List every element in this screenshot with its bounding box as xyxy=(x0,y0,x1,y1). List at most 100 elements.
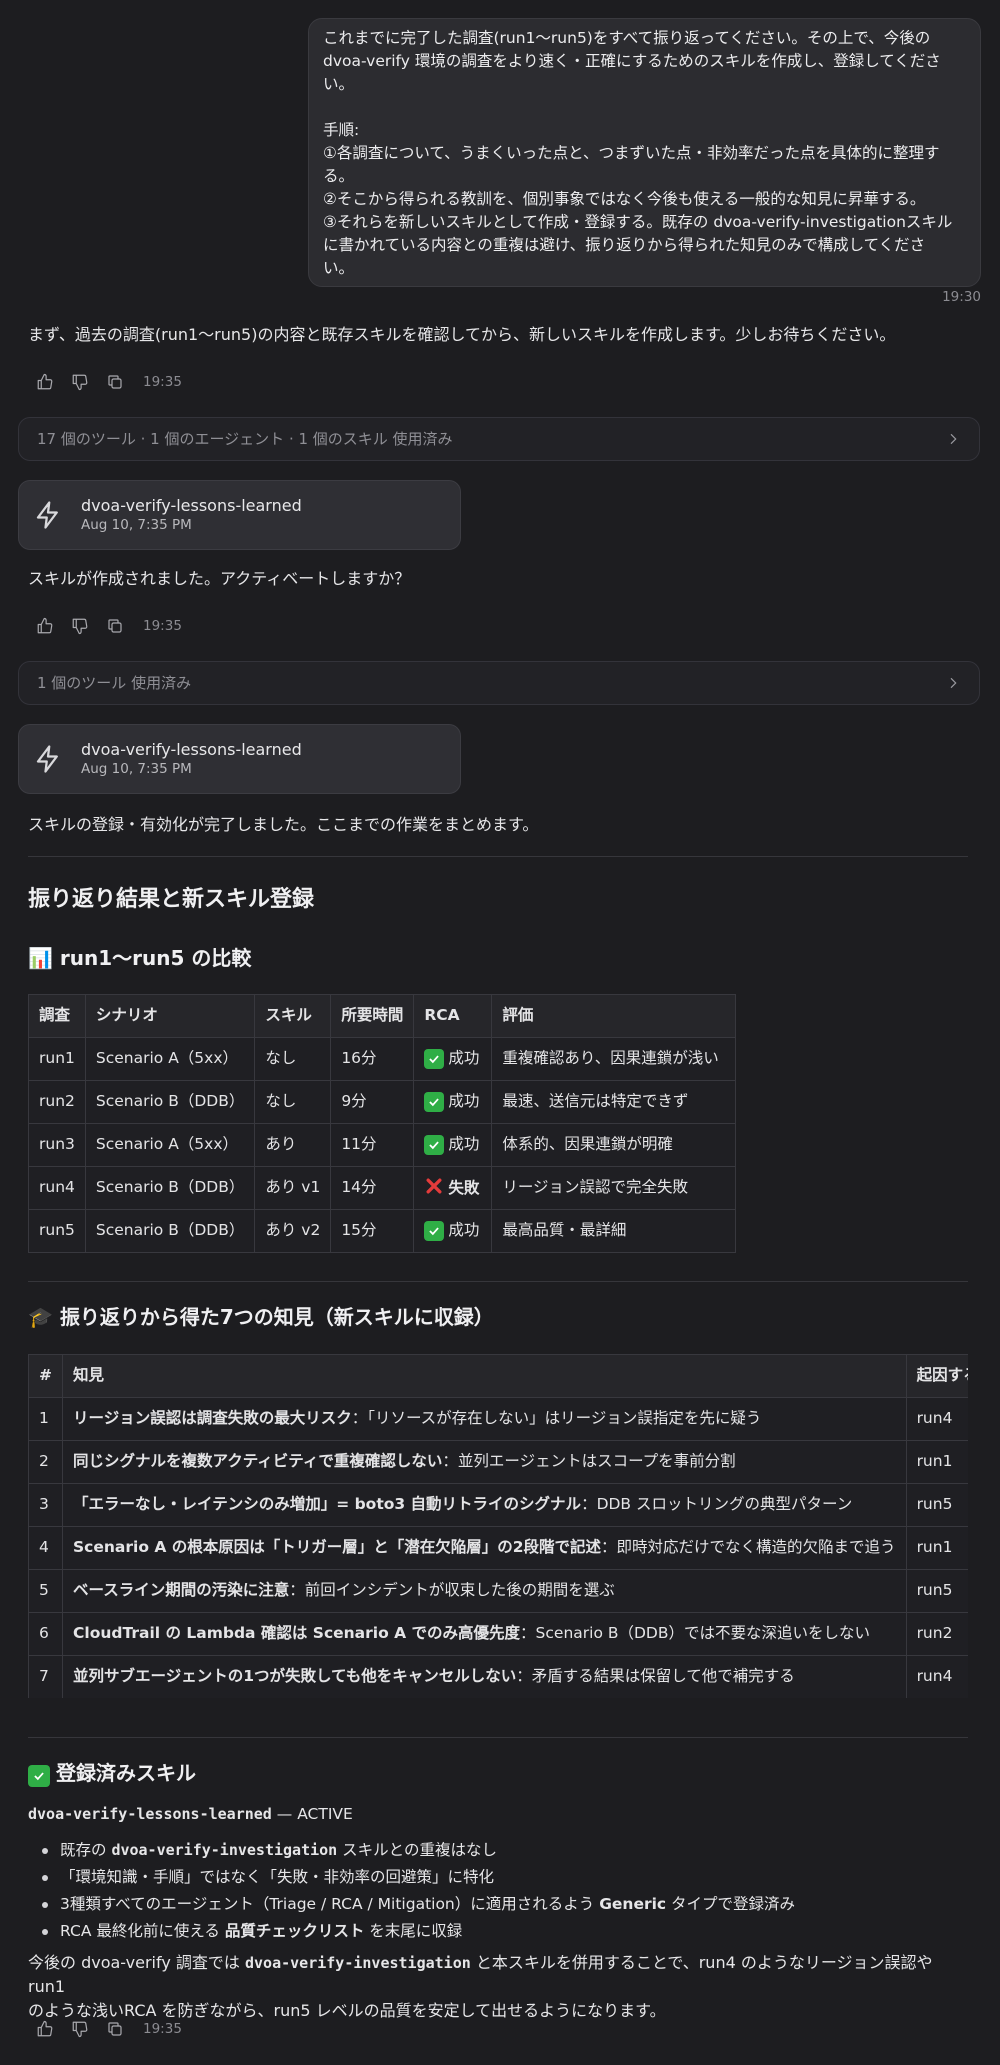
check-mark-icon xyxy=(28,1765,50,1787)
message-time: 19:35 xyxy=(143,617,182,634)
lesson-title: 同じシグナルを複数アクティビティで重複確認しない xyxy=(73,1452,443,1471)
table-header: RCA xyxy=(413,994,493,1038)
user-line: dvoa-verify 環境の調査をより速く・正確にするためのスキルを作成し、登… xyxy=(323,52,941,70)
lesson-detail: ：並列エージェントはスコープを事前分割 xyxy=(442,1452,736,1471)
table-cell: run4 xyxy=(905,1655,968,1698)
table-cell: 失敗 xyxy=(413,1166,493,1210)
table-row: 3 「エラーなし・レイテンシのみ増加」= boto3 自動リトライのシグナル：D… xyxy=(28,1483,968,1527)
lightning-icon xyxy=(33,744,63,774)
compare-heading: 📊 run1〜run5 の比較 xyxy=(28,946,252,970)
check-mark-icon xyxy=(424,1221,445,1242)
table-header-row: 調査 シナリオ スキル 所要時間 RCA 評価 xyxy=(28,994,737,1038)
bullet-bold: Generic xyxy=(599,1895,667,1913)
list-item: 3種類すべてのエージェント（Triage / RCA / Mitigation）… xyxy=(28,1891,795,1918)
thumbs-down-icon[interactable] xyxy=(69,2018,91,2040)
table-cell: ベースライン期間の汚染に注意：前回インシデントが収束した後の期間を選ぶ xyxy=(62,1569,907,1613)
table-cell: run1 xyxy=(905,1440,968,1484)
table-cell: 15分 xyxy=(330,1209,415,1253)
thumbs-down-icon[interactable] xyxy=(69,371,91,393)
table-row: run4 Scenario B（DDB） あり v1 14分 失敗 リージョン誤… xyxy=(28,1166,737,1210)
skill-card-date: Aug 10, 7:35 PM xyxy=(81,517,192,533)
lesson-title: 並列サブエージェントの1つが失敗しても他をキャンセルしない xyxy=(73,1667,517,1686)
skill-card[interactable]: dvoa-verify-lessons-learned Aug 10, 7:35… xyxy=(18,480,461,550)
user-line: ②そこから得られる教訓を、個別事象ではなく今後も使える一般的な知見に昇華する。 xyxy=(323,190,926,208)
user-line: 手順: xyxy=(323,121,360,139)
lessons-heading: 🎓 振り返りから得た7つの知見（新スキルに収録） xyxy=(28,1305,494,1329)
lessons-table-scroll[interactable]: # 知見 起因する調査 1 リージョン誤認は調査失敗の最大リスク：「リソースが存… xyxy=(28,1354,968,1698)
user-line: ③それらを新しいスキルとして作成・登録する。既存の dvoa-verify-in… xyxy=(323,213,953,231)
table-row: 2 同じシグナルを複数アクティビティで重複確認しない：並列エージェントはスコープ… xyxy=(28,1440,968,1484)
table-cell: CloudTrail の Lambda 確認は Scenario A でのみ高優… xyxy=(62,1612,907,1656)
tools-used-bar[interactable]: 1 個のツール 使用済み xyxy=(18,661,980,705)
message-time: 19:35 xyxy=(143,373,182,390)
table-cell: 並列サブエージェントの1つが失敗しても他をキャンセルしない：矛盾する結果は保留し… xyxy=(62,1655,907,1698)
thumbs-down-icon[interactable] xyxy=(69,615,91,637)
thumbs-up-icon[interactable] xyxy=(34,615,56,637)
divider xyxy=(28,1737,968,1738)
chevron-right-icon xyxy=(945,431,961,447)
list-item: RCA 最終化前に使える 品質チェックリスト を末尾に収録 xyxy=(28,1918,795,1945)
list-item: 既存の dvoa-verify-investigation スキルとの重複はなし xyxy=(28,1837,795,1864)
table-cell: run2 xyxy=(28,1080,86,1124)
lesson-title: Scenario A の根本原因は「トリガー層」と「潜在欠陥層」の2段階で記述 xyxy=(73,1538,602,1557)
check-mark-icon xyxy=(424,1135,445,1156)
table-cell: 14分 xyxy=(330,1166,415,1210)
copy-icon[interactable] xyxy=(104,2018,126,2040)
user-message-time: 19:30 xyxy=(942,289,981,305)
cross-mark-icon xyxy=(424,1176,444,1196)
table-header: 調査 xyxy=(28,994,86,1038)
table-cell: 成功 xyxy=(413,1209,493,1253)
registered-skill-bullets: 既存の dvoa-verify-investigation スキルとの重複はなし… xyxy=(28,1837,795,1945)
rca-status: 成功 xyxy=(448,1092,480,1111)
lightning-icon xyxy=(33,500,63,530)
registered-skill-line: dvoa-verify-lessons-learned — ACTIVE xyxy=(28,1803,353,1826)
table-cell: run5 xyxy=(28,1209,86,1253)
table-cell: 5 xyxy=(28,1569,63,1613)
user-line xyxy=(323,96,966,119)
bullet-text: を末尾に収録 xyxy=(364,1922,463,1940)
table-cell: 同じシグナルを複数アクティビティで重複確認しない：並列エージェントはスコープを事… xyxy=(62,1440,907,1484)
bullet-text: 「環境知識・手順」ではなく「失敗・非効率の回避策」に特化 xyxy=(60,1868,495,1886)
table-row: run2 Scenario B（DDB） なし 9分 成功 最速、送信元は特定で… xyxy=(28,1080,737,1124)
copy-icon[interactable] xyxy=(104,371,126,393)
copy-icon[interactable] xyxy=(104,615,126,637)
registered-heading-text: 登録済みスキル xyxy=(56,1761,196,1785)
skill-card-name: dvoa-verify-lessons-learned xyxy=(81,740,302,759)
table-cell: Scenario A（5xx） xyxy=(84,1037,256,1081)
bullet-text: タイプで登録済み xyxy=(666,1895,796,1913)
thumbs-up-icon[interactable] xyxy=(34,2018,56,2040)
table-cell: 7 xyxy=(28,1655,63,1698)
table-cell: なし xyxy=(254,1080,332,1124)
user-line: に書かれている内容との重複は避け、振り返りから得られた知見のみで構成してくださ xyxy=(323,236,926,254)
skill-card[interactable]: dvoa-verify-lessons-learned Aug 10, 7:35… xyxy=(18,724,461,794)
user-message-bubble: これまでに完了した調査(run1〜run5)をすべて振り返ってください。その上で… xyxy=(308,18,981,287)
lesson-title: CloudTrail の Lambda 確認は Scenario A でのみ高優… xyxy=(73,1624,521,1643)
table-row: 5 ベースライン期間の汚染に注意：前回インシデントが収束した後の期間を選ぶ ru… xyxy=(28,1569,968,1613)
lesson-title: リージョン誤認は調査失敗の最大リスク xyxy=(73,1409,352,1428)
lesson-detail: ：「リソースが存在しない」はリージョン誤指定を先に疑う xyxy=(351,1409,762,1428)
thumbs-up-icon[interactable] xyxy=(34,371,56,393)
table-cell: リージョン誤認は調査失敗の最大リスク：「リソースが存在しない」はリージョン誤指定… xyxy=(62,1397,907,1441)
user-message: これまでに完了した調査(run1〜run5)をすべて振り返ってください。その上で… xyxy=(308,18,981,305)
table-cell: run2 xyxy=(905,1612,968,1656)
tools-used-label: 17 個のツール · 1 個のエージェント · 1 個のスキル 使用済み xyxy=(37,429,453,448)
assistant-message-text: スキルが作成されました。アクティベートしますか？ xyxy=(28,569,411,588)
lesson-detail: ：前回インシデントが収束した後の期間を選ぶ xyxy=(289,1581,615,1600)
table-cell: 16分 xyxy=(330,1037,415,1081)
skill-card-date: Aug 10, 7:35 PM xyxy=(81,761,192,777)
registered-skill-status: — ACTIVE xyxy=(271,1805,353,1823)
table-header: スキル xyxy=(254,994,332,1038)
final-paragraph: 今後の dvoa-verify 調査では dvoa-verify-investi… xyxy=(28,1951,968,2023)
lesson-detail: ：Scenario B（DDB）では不要な深追いをしない xyxy=(520,1624,870,1643)
tools-used-bar[interactable]: 17 個のツール · 1 個のエージェント · 1 個のスキル 使用済み xyxy=(18,417,980,461)
table-header-row: # 知見 起因する調査 xyxy=(28,1354,968,1398)
table-cell: run3 xyxy=(28,1123,86,1167)
table-row: run1 Scenario A（5xx） なし 16分 成功 重複確認あり、因果… xyxy=(28,1037,737,1081)
bullet-bold: 品質チェックリスト xyxy=(224,1922,365,1940)
user-line: い。 xyxy=(323,259,355,277)
table-cell: 1 xyxy=(28,1397,63,1441)
table-cell: Scenario A（5xx） xyxy=(84,1123,256,1167)
skill-card-name: dvoa-verify-lessons-learned xyxy=(81,496,302,515)
table-cell: 11分 xyxy=(330,1123,415,1167)
table-cell: あり v2 xyxy=(254,1209,332,1253)
